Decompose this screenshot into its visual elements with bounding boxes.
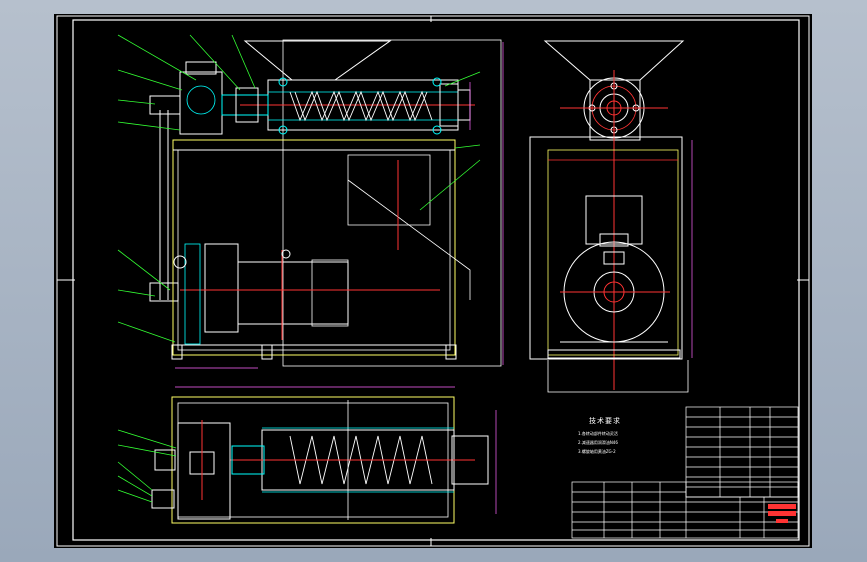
base-frame xyxy=(172,139,456,356)
hopper xyxy=(243,40,392,81)
title-stamp xyxy=(768,504,796,509)
motor-reducer xyxy=(204,243,239,333)
title-block xyxy=(571,481,799,539)
top-gearbox xyxy=(177,422,231,520)
side-view xyxy=(529,40,693,393)
screw-flights xyxy=(289,90,433,122)
front-view xyxy=(117,34,504,388)
motor xyxy=(237,261,349,325)
tech-requirement-2: 2.减速器用润滑油N46 xyxy=(578,440,618,445)
side-frame xyxy=(529,136,683,360)
inner-frame xyxy=(72,19,800,541)
tech-requirement-3: 3.螺旋轴用黄油ZG-2 xyxy=(578,449,616,454)
cad-drawing xyxy=(56,15,810,547)
parts-list xyxy=(685,406,799,498)
tech-requirements-title: 技术要求 xyxy=(589,417,621,425)
top-view xyxy=(117,396,497,524)
gearbox xyxy=(179,71,223,135)
tech-requirement-1: 1.各转动部件转动灵活 xyxy=(578,431,618,436)
